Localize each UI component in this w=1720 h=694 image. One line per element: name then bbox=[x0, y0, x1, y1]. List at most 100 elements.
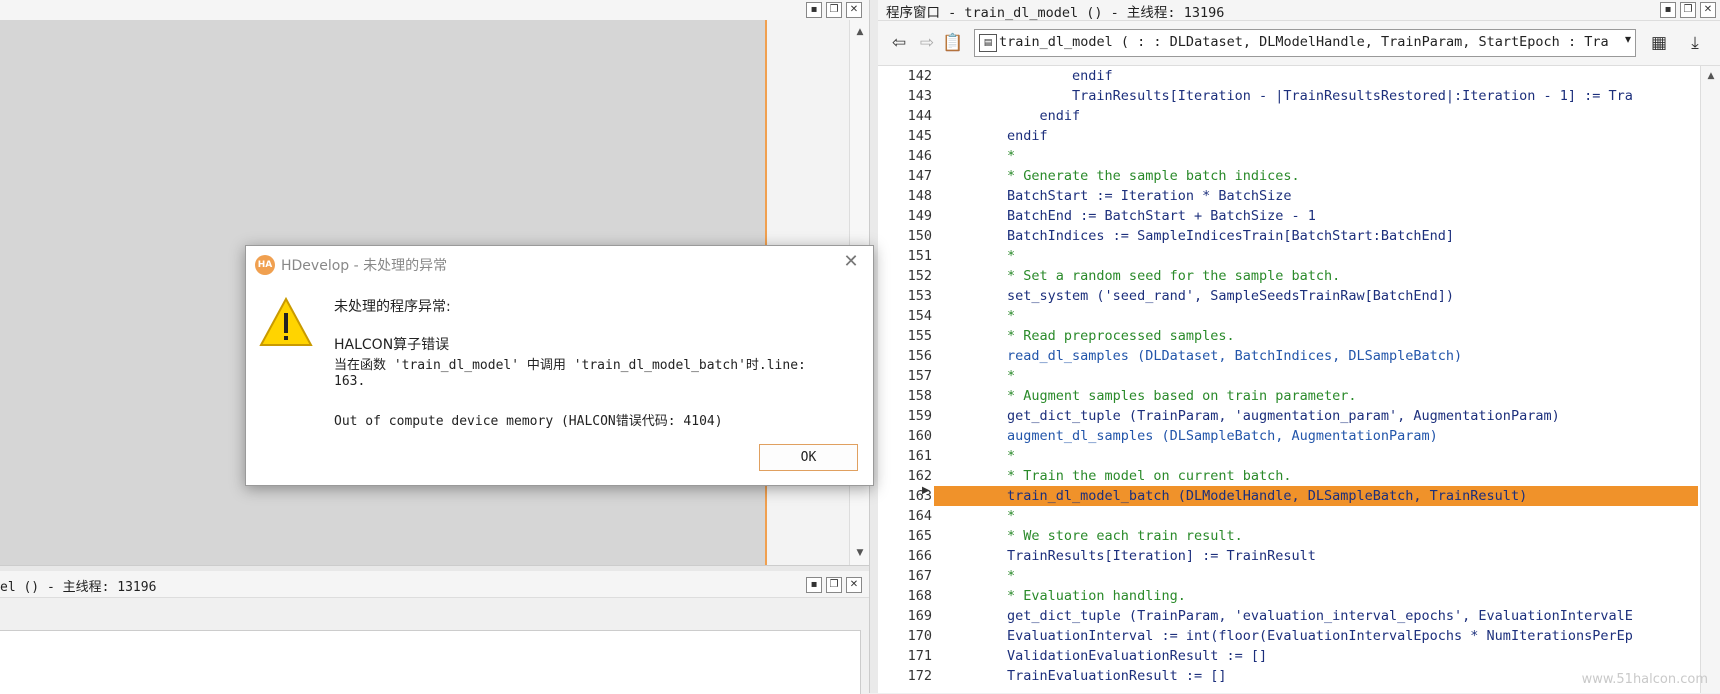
line-number: 145 bbox=[907, 128, 932, 144]
scroll-up-icon[interactable]: ▲ bbox=[1701, 68, 1720, 84]
close-button[interactable]: ✕ bbox=[846, 2, 862, 18]
code-text: BatchEnd := BatchStart + BatchSize - 1 bbox=[942, 208, 1316, 224]
code-line[interactable]: 150 BatchIndices := SampleIndicesTrain[B… bbox=[878, 226, 1698, 246]
code-line[interactable]: 157 * bbox=[878, 366, 1698, 386]
code-line[interactable]: 162 * Train the model on current batch. bbox=[878, 466, 1698, 486]
code-text: * bbox=[942, 248, 1016, 264]
code-line[interactable]: 158 * Augment samples based on train par… bbox=[878, 386, 1698, 406]
bottom-panel-controls: ▪ ❐ ✕ bbox=[806, 577, 862, 593]
line-number: 142 bbox=[907, 68, 932, 84]
line-number: 169 bbox=[907, 608, 932, 624]
line-number: 147 bbox=[907, 168, 932, 184]
code-text: * Evaluation handling. bbox=[942, 588, 1186, 604]
editor-vertical-scrollbar[interactable]: ▲ bbox=[1700, 66, 1720, 693]
program-window-title: 程序窗口 - train_dl_model () - 主线程: 13196 bbox=[886, 5, 1225, 21]
program-toolbar: ⇦ ⇨ 📋 ▤ train_dl_model ( : : DLDataset, … bbox=[878, 21, 1720, 66]
code-line[interactable]: 160 augment_dl_samples (DLSampleBatch, A… bbox=[878, 426, 1698, 446]
restore-button[interactable]: ❐ bbox=[826, 577, 842, 593]
close-icon[interactable]: ✕ bbox=[841, 252, 861, 272]
restore-button[interactable]: ❐ bbox=[826, 2, 842, 18]
code-text: BatchIndices := SampleIndicesTrain[Batch… bbox=[942, 228, 1455, 244]
hdevelop-logo-icon: HA bbox=[255, 255, 275, 275]
line-number: 161 bbox=[907, 448, 932, 464]
line-number: 167 bbox=[907, 568, 932, 584]
code-line[interactable]: 172 TrainEvaluationResult := [] bbox=[878, 666, 1698, 686]
code-line[interactable]: 165 * We store each train result. bbox=[878, 526, 1698, 546]
line-number: 153 bbox=[907, 288, 932, 304]
code-editor[interactable]: 142 endif 143 TrainResults[Iteration - |T… bbox=[878, 66, 1698, 693]
procedure-select[interactable]: ▤ train_dl_model ( : : DLDataset, DLMode… bbox=[974, 29, 1636, 57]
code-line[interactable]: 147 * Generate the sample batch indices. bbox=[878, 166, 1698, 186]
code-text: * Train the model on current batch. bbox=[942, 468, 1292, 484]
code-text: ValidationEvaluationResult := [] bbox=[942, 648, 1268, 664]
code-line[interactable]: 152 * Set a random seed for the sample b… bbox=[878, 266, 1698, 286]
code-line[interactable]: 148 BatchStart := Iteration * BatchSize bbox=[878, 186, 1698, 206]
exception-dialog: HA HDevelop - 未处理的异常 ✕ 未处理的程序异常: HALCON算… bbox=[245, 245, 874, 486]
code-line[interactable]: 161 * bbox=[878, 446, 1698, 466]
line-number: 166 bbox=[907, 548, 932, 564]
code-text: read_dl_samples (DLDataset, BatchIndices… bbox=[942, 348, 1463, 364]
line-number: 160 bbox=[907, 428, 932, 444]
line-number: 143 bbox=[907, 88, 932, 104]
code-line[interactable]: 154 * bbox=[878, 306, 1698, 326]
pin-button[interactable]: ▪ bbox=[806, 577, 822, 593]
code-text: TrainResults[Iteration] := TrainResult bbox=[942, 548, 1316, 564]
code-line[interactable]: 159 get_dict_tuple (TrainParam, 'augment… bbox=[878, 406, 1698, 426]
bottom-panel-titlebar: el () - 主线程: 13196 ▪ ❐ ✕ bbox=[0, 571, 869, 598]
line-number: 150 bbox=[907, 228, 932, 244]
close-button[interactable]: ✕ bbox=[846, 577, 862, 593]
arrow-left-icon[interactable]: ⇦ bbox=[888, 32, 910, 54]
code-line[interactable]: 167 * bbox=[878, 566, 1698, 586]
code-text: augment_dl_samples (DLSampleBatch, Augme… bbox=[942, 428, 1438, 444]
chevron-down-icon[interactable]: ▾ bbox=[1625, 32, 1631, 46]
code-line[interactable]: 146 * bbox=[878, 146, 1698, 166]
code-line[interactable]: 169 get_dict_tuple (TrainParam, 'evaluat… bbox=[878, 606, 1698, 626]
code-line[interactable]: 151 * bbox=[878, 246, 1698, 266]
code-line[interactable]: 142 endif bbox=[878, 66, 1698, 86]
code-line[interactable]: 143 TrainResults[Iteration - |TrainResul… bbox=[878, 86, 1698, 106]
line-number: 170 bbox=[907, 628, 932, 644]
pin-button[interactable]: ▪ bbox=[806, 2, 822, 18]
line-number: 158 bbox=[907, 388, 932, 404]
code-line[interactable]: 144 endif bbox=[878, 106, 1698, 126]
pin-button[interactable]: ▪ bbox=[1660, 2, 1676, 18]
code-line[interactable]: 164 * bbox=[878, 506, 1698, 526]
ok-button[interactable]: OK bbox=[759, 444, 858, 471]
arrow-right-icon[interactable]: ⇨ bbox=[916, 32, 938, 54]
edit-procedure-icon[interactable]: ▦ bbox=[1648, 32, 1670, 54]
code-text: EvaluationInterval := int(floor(Evaluati… bbox=[942, 628, 1633, 644]
code-line[interactable]: 153 set_system ('seed_rand', SampleSeeds… bbox=[878, 286, 1698, 306]
dialog-heading: 未处理的程序异常: bbox=[334, 299, 451, 315]
code-text: * bbox=[942, 368, 1016, 384]
scroll-down-icon[interactable]: ▼ bbox=[850, 545, 870, 561]
scroll-up-icon[interactable]: ▲ bbox=[850, 24, 870, 40]
bottom-panel-list[interactable] bbox=[0, 630, 861, 694]
procedure-icon: ▤ bbox=[979, 34, 997, 52]
line-number: 146 bbox=[907, 148, 932, 164]
code-line[interactable]: 166 TrainResults[Iteration] := TrainResu… bbox=[878, 546, 1698, 566]
line-number: 156 bbox=[907, 348, 932, 364]
pin-icon[interactable]: ⤓ bbox=[1684, 32, 1706, 54]
code-line[interactable]: 171 ValidationEvaluationResult := [] bbox=[878, 646, 1698, 666]
code-line[interactable]: 145 endif bbox=[878, 126, 1698, 146]
code-line[interactable]: 168 * Evaluation handling. bbox=[878, 586, 1698, 606]
code-text: TrainResults[Iteration - |TrainResultsRe… bbox=[942, 88, 1633, 104]
close-button[interactable]: ✕ bbox=[1700, 2, 1716, 18]
restore-button[interactable]: ❐ bbox=[1680, 2, 1696, 18]
code-text: * bbox=[942, 148, 1016, 164]
dialog-titlebar: HA HDevelop - 未处理的异常 ✕ bbox=[246, 246, 873, 282]
code-text: * bbox=[942, 448, 1016, 464]
code-line[interactable]: 163 train_dl_model_batch (DLModelHandle,… bbox=[878, 486, 1698, 506]
code-line[interactable]: 156 read_dl_samples (DLDataset, BatchInd… bbox=[878, 346, 1698, 366]
dialog-message-line2: 当在函数 'train_dl_model' 中调用 'train_dl_mode… bbox=[334, 358, 806, 373]
code-text: * Read preprocessed samples. bbox=[942, 328, 1235, 344]
code-line[interactable]: 170 EvaluationInterval := int(floor(Eval… bbox=[878, 626, 1698, 646]
code-line[interactable]: 149 BatchEnd := BatchStart + BatchSize -… bbox=[878, 206, 1698, 226]
code-line[interactable]: 155 * Read preprocessed samples. bbox=[878, 326, 1698, 346]
code-text: train_dl_model_batch (DLModelHandle, DLS… bbox=[942, 488, 1528, 504]
line-number: 162 bbox=[907, 468, 932, 484]
clipboard-icon[interactable]: 📋 bbox=[942, 32, 964, 54]
watermark: www.51halcon.com bbox=[1581, 672, 1708, 687]
line-number: 165 bbox=[907, 528, 932, 544]
line-number: 172 bbox=[907, 668, 932, 684]
